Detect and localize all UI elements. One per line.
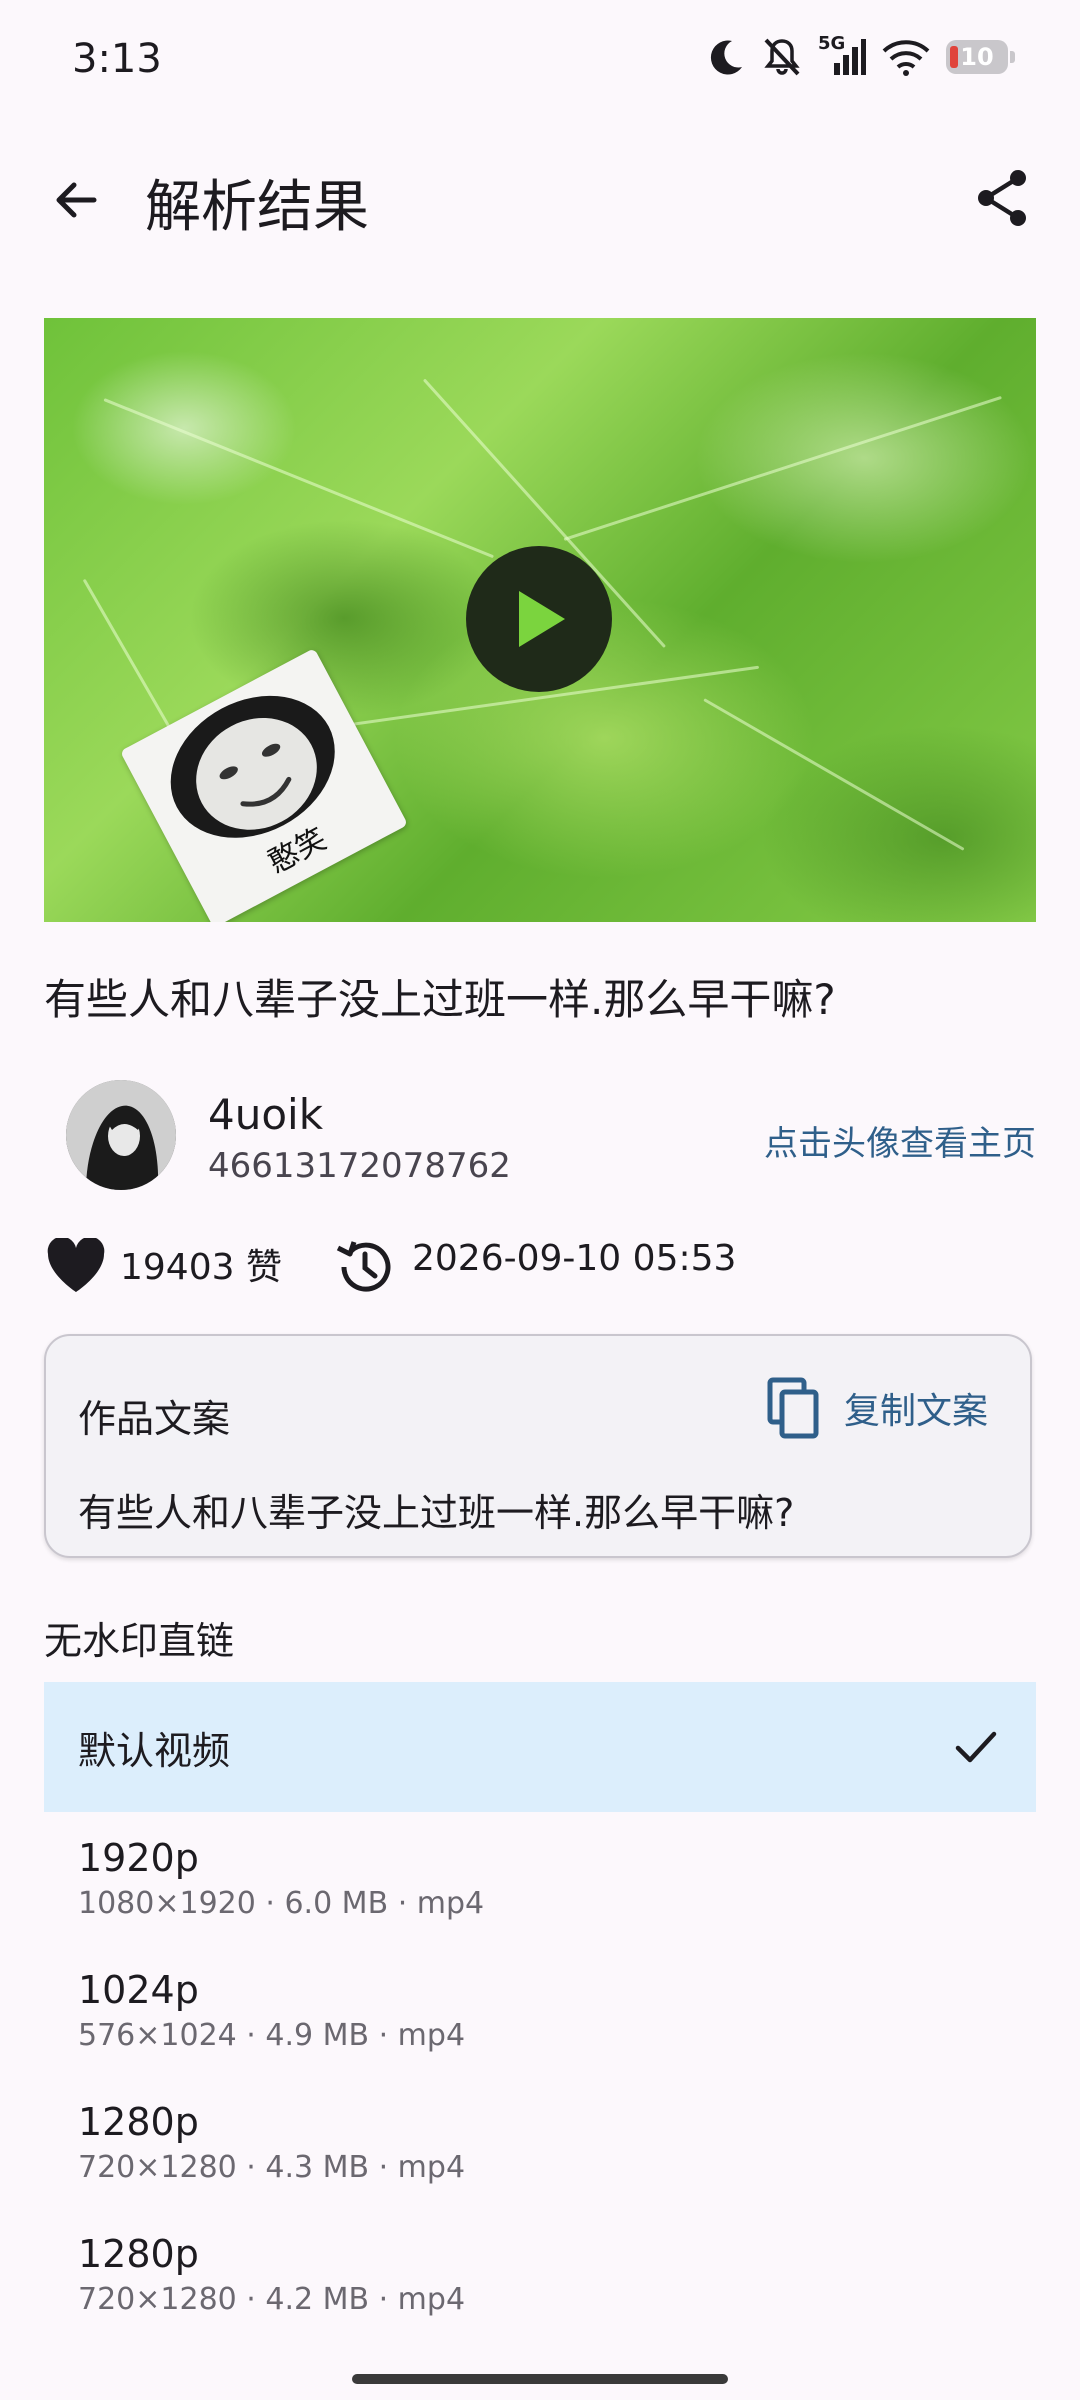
history-icon: [336, 1241, 391, 1292]
author-avatar[interactable]: [66, 1080, 176, 1190]
home-indicator[interactable]: [352, 2374, 728, 2384]
play-button[interactable]: [466, 546, 612, 692]
caption-card-label: 作品文案: [78, 1397, 231, 1441]
mute-icon: [764, 38, 800, 76]
share-icon: [978, 170, 1026, 226]
section-label: 无水印直链: [44, 1619, 235, 1663]
meme-sticker: 憨笑: [119, 648, 409, 922]
like-count: 19403 赞: [120, 1247, 282, 1288]
status-icons: 5G 10: [706, 33, 1015, 80]
check-icon: [955, 1731, 997, 1763]
link-item-detail: 720×1280 · 4.3 MB · mp4: [78, 2150, 466, 2185]
view-profile-link[interactable]: 点击头像查看主页: [764, 1116, 1036, 1165]
back-button[interactable]: [44, 168, 108, 232]
heart-icon: [47, 1238, 105, 1292]
publish-time: 2026-09-10 05:53: [412, 1238, 737, 1279]
link-item[interactable]: 1280p 720×1280 · 4.2 MB · mp4: [44, 2232, 1036, 2342]
page-title: 解析结果: [145, 175, 369, 240]
share-button[interactable]: [970, 166, 1034, 230]
link-item[interactable]: 1920p 1080×1920 · 6.0 MB · mp4: [44, 1836, 1036, 1946]
battery-level: 10: [960, 43, 994, 71]
link-item-detail: 576×1024 · 4.9 MB · mp4: [78, 2018, 466, 2053]
link-item-label: 1024p: [78, 1968, 199, 2012]
signal-icon: 5G: [818, 33, 866, 77]
moon-icon: [710, 40, 742, 75]
link-item[interactable]: 1280p 720×1280 · 4.3 MB · mp4: [44, 2100, 1036, 2210]
avatar-portrait-icon: [66, 1080, 176, 1190]
link-item-default[interactable]: 默认视频: [44, 1682, 1036, 1812]
link-item-detail: 720×1280 · 4.2 MB · mp4: [78, 2282, 466, 2317]
post-title: 有些人和八辈子没上过班一样.那么早干嘛?: [44, 975, 836, 1024]
wifi-icon: [882, 40, 930, 76]
link-item-label: 1280p: [78, 2232, 199, 2276]
caption-text: 有些人和八辈子没上过班一样.那么早干嘛?: [78, 1491, 795, 1535]
back-arrow-icon: [56, 182, 97, 218]
link-item[interactable]: 1024p 576×1024 · 4.9 MB · mp4: [44, 1968, 1036, 2078]
link-item-label: 默认视频: [78, 1728, 231, 1773]
copy-caption-button[interactable]: 复制文案: [766, 1376, 988, 1440]
play-icon: [519, 591, 565, 647]
caption-card: 作品文案 复制文案 有些人和八辈子没上过班一样.那么早干嘛?: [44, 1334, 1032, 1558]
video-preview[interactable]: 憨笑: [44, 318, 1036, 922]
link-item-label: 1920p: [78, 1836, 199, 1880]
battery-icon: 10: [946, 40, 1015, 74]
author-id: 46613172078762: [208, 1146, 511, 1186]
link-item-detail: 1080×1920 · 6.0 MB · mp4: [78, 1886, 485, 1921]
status-time: 3:13: [72, 36, 162, 82]
author-name: 4uoik: [208, 1090, 324, 1139]
copy-caption-label: 复制文案: [843, 1391, 988, 1432]
copy-icon: [767, 1377, 819, 1439]
link-item-label: 1280p: [78, 2100, 199, 2144]
